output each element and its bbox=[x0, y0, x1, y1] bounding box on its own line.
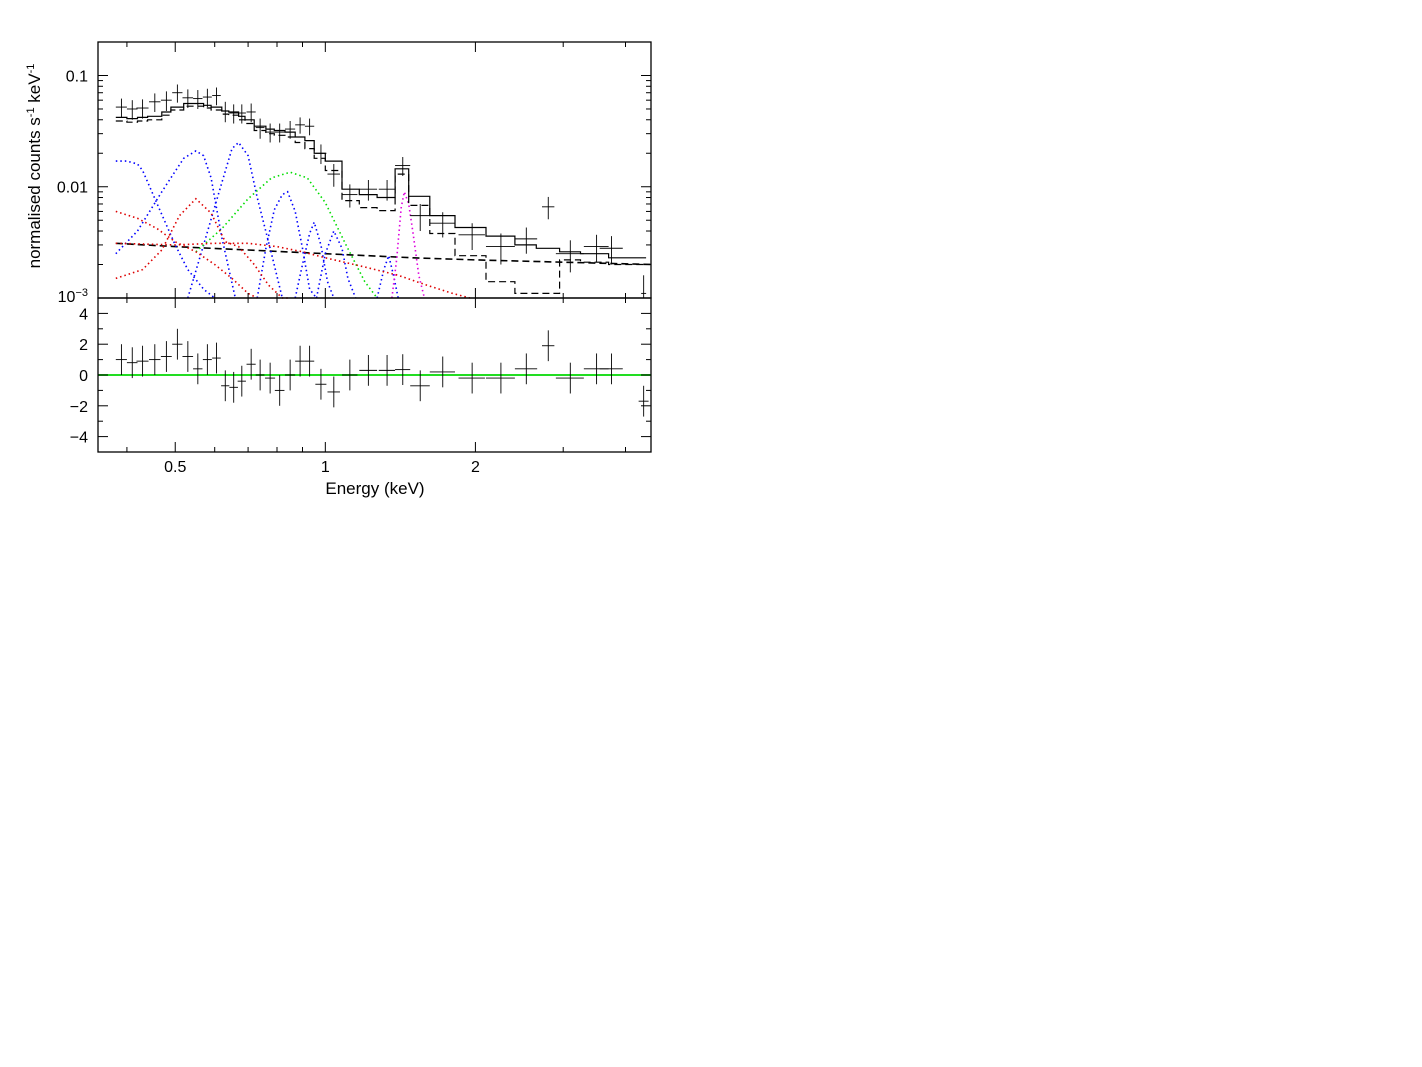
data-point bbox=[341, 184, 358, 208]
x-tick-label: 2 bbox=[471, 459, 480, 476]
residual-point bbox=[202, 344, 212, 375]
residual-point bbox=[149, 344, 161, 375]
y-tick-label: 0 bbox=[79, 368, 88, 385]
spectrum-panel: 0.1 0.01 10−3 bbox=[57, 41, 652, 306]
x-tick-label: 1 bbox=[321, 459, 330, 476]
residual-point bbox=[265, 362, 276, 394]
spectrum-figure: 0.1 0.01 10−3 0.5 1 2 4 2 0 −2 −4 normalised coun… bbox=[25, 41, 652, 498]
residual-point bbox=[514, 353, 538, 385]
residual-point bbox=[555, 362, 584, 394]
residual-point bbox=[172, 328, 183, 360]
residual-point bbox=[395, 354, 411, 386]
data-point bbox=[212, 87, 221, 106]
data-point bbox=[284, 120, 296, 139]
y-tick-label: 0.01 bbox=[57, 180, 88, 197]
data-point bbox=[115, 98, 127, 118]
residual-point bbox=[274, 375, 285, 406]
residual-point bbox=[359, 354, 378, 386]
data-point bbox=[229, 104, 238, 124]
y-tick-label: 2 bbox=[79, 337, 88, 354]
model-component-5 bbox=[294, 219, 335, 299]
data-point bbox=[126, 100, 138, 120]
y-axis-label: normalised counts s-1 keV-1 bbox=[25, 64, 44, 269]
y-tick-label: −2 bbox=[70, 399, 88, 416]
model-component-1 bbox=[115, 160, 216, 299]
data-point bbox=[172, 84, 183, 103]
model-component-3 bbox=[187, 141, 284, 299]
data-point bbox=[395, 157, 411, 176]
spectrum-data-points bbox=[115, 84, 647, 298]
residual-point bbox=[378, 354, 396, 386]
y-tick-label: 10−3 bbox=[58, 287, 88, 306]
data-point bbox=[255, 118, 265, 139]
model-component-2 bbox=[115, 149, 237, 299]
residual-point bbox=[295, 345, 305, 377]
residual-panel: 0.5 1 2 4 2 0 −2 −4 bbox=[70, 297, 652, 476]
data-point bbox=[304, 118, 315, 136]
model-component-12 bbox=[391, 188, 426, 299]
residual-point bbox=[193, 353, 203, 385]
dashed-model-histogram bbox=[115, 105, 647, 294]
residual-point bbox=[304, 345, 315, 377]
residual-point bbox=[237, 365, 246, 397]
data-point bbox=[410, 203, 430, 232]
data-point bbox=[555, 240, 584, 273]
residual-point bbox=[599, 353, 623, 385]
data-point bbox=[160, 91, 172, 111]
model-component-9 bbox=[115, 197, 291, 299]
y-tick-label: 4 bbox=[79, 306, 88, 323]
residual-point bbox=[429, 356, 455, 388]
data-point bbox=[274, 123, 285, 143]
data-point bbox=[514, 227, 538, 254]
data-point bbox=[327, 164, 340, 187]
residual-point bbox=[458, 362, 485, 394]
residual-point bbox=[182, 341, 194, 372]
residual-point bbox=[284, 359, 296, 391]
residual-point bbox=[327, 376, 340, 408]
residual-point bbox=[115, 344, 127, 375]
residual-point bbox=[315, 368, 327, 400]
residual-axes: 0.5 1 2 4 2 0 −2 −4 bbox=[70, 297, 652, 476]
residual-point bbox=[126, 347, 138, 379]
model-component-7 bbox=[376, 252, 399, 299]
data-point bbox=[265, 123, 276, 143]
data-point bbox=[136, 99, 149, 119]
data-point bbox=[641, 275, 647, 298]
model-component-10 bbox=[115, 210, 258, 299]
residual-point bbox=[229, 371, 238, 403]
data-point bbox=[295, 117, 305, 134]
x-axis-label: Energy (keV) bbox=[325, 479, 424, 498]
model-component-6 bbox=[315, 228, 357, 299]
data-point bbox=[541, 196, 555, 220]
residual-point bbox=[485, 362, 515, 394]
data-point bbox=[599, 236, 623, 265]
y-tick-label: −4 bbox=[70, 430, 88, 447]
residual-data-points bbox=[115, 328, 649, 417]
residual-point bbox=[136, 345, 149, 377]
residual-point bbox=[341, 359, 358, 391]
x-tick-label: 0.5 bbox=[164, 459, 186, 476]
residual-point bbox=[255, 359, 265, 391]
residual-point bbox=[541, 330, 555, 362]
y-tick-label: 0.1 bbox=[66, 68, 88, 85]
data-point bbox=[149, 93, 161, 112]
total-model-histogram bbox=[115, 102, 647, 259]
residual-point bbox=[212, 342, 221, 374]
data-point bbox=[359, 179, 378, 201]
residual-point bbox=[160, 341, 172, 372]
